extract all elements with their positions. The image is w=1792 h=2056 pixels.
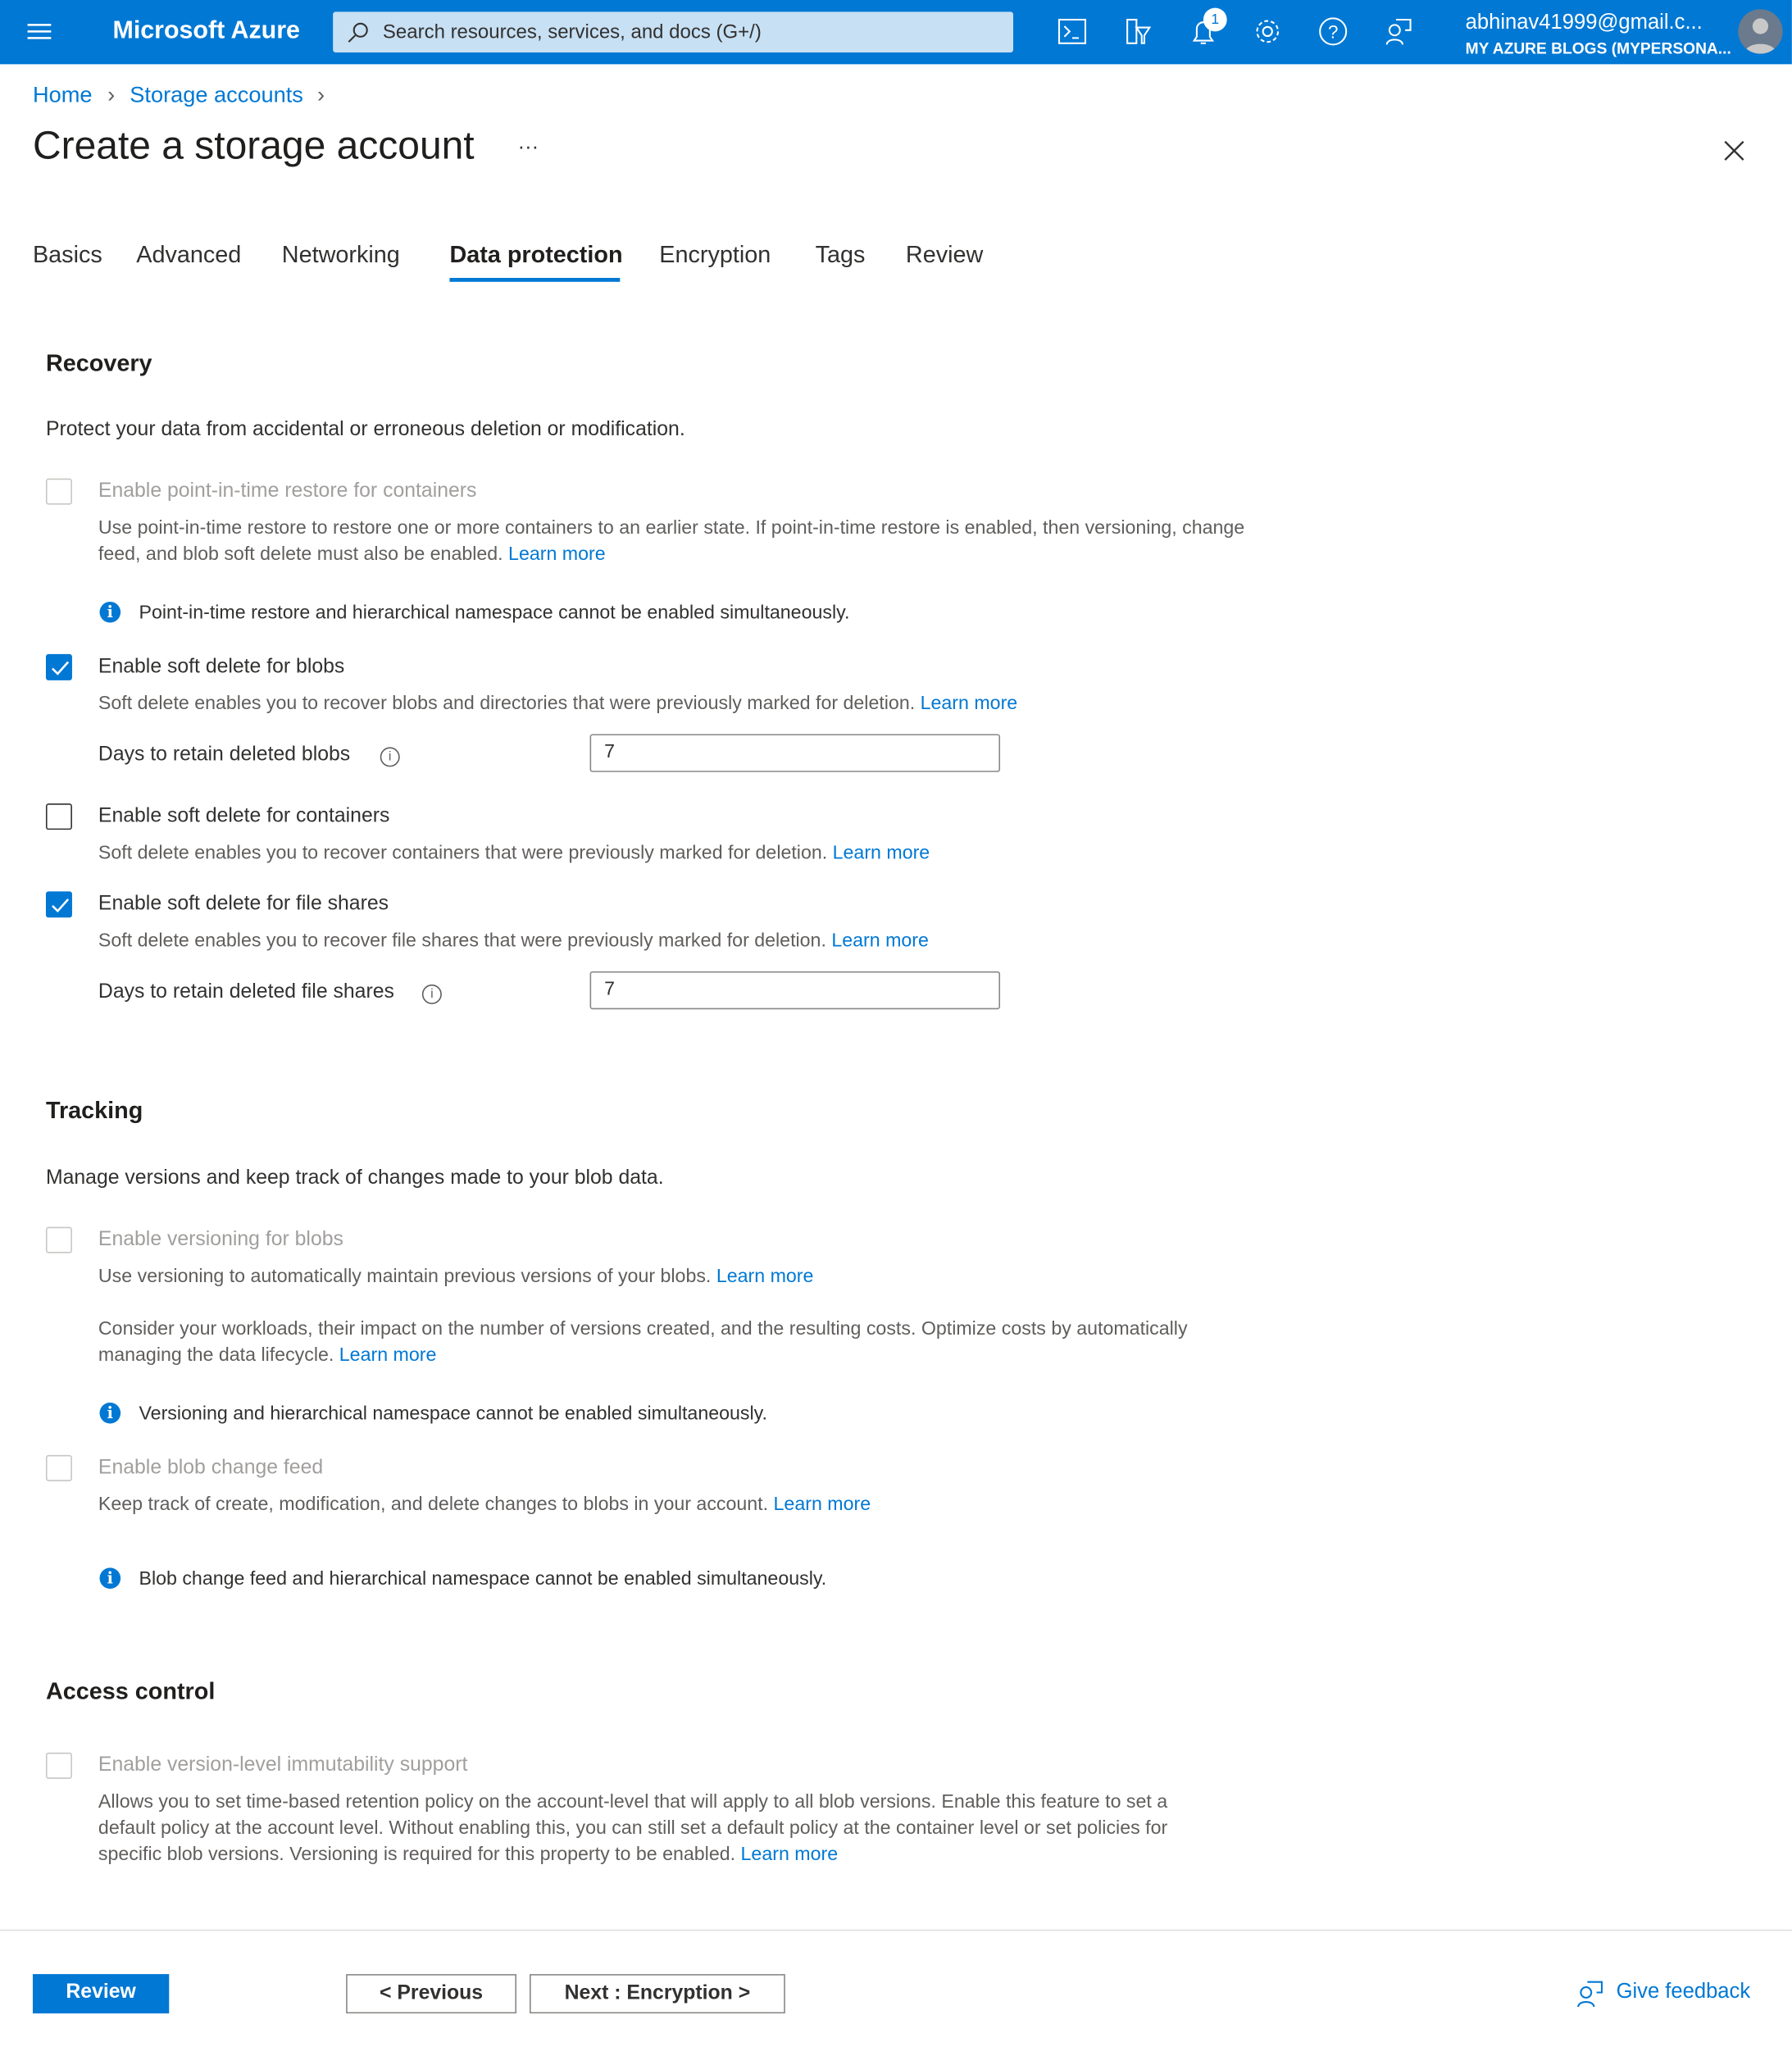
section-heading-access-control: Access control bbox=[45, 1677, 216, 1704]
soft-delete-containers-label: Enable soft delete for containers bbox=[98, 804, 390, 827]
search-placeholder: Search resources, services, and docs (G+… bbox=[382, 20, 762, 43]
footer-divider bbox=[0, 1929, 1792, 1931]
change-feed-description: Keep track of create, modification, and … bbox=[98, 1494, 769, 1516]
directory-filter-icon[interactable] bbox=[1122, 16, 1153, 47]
avatar[interactable] bbox=[1738, 9, 1783, 54]
info-icon: i bbox=[99, 1567, 121, 1589]
review-button[interactable]: Review bbox=[32, 1974, 170, 2014]
hamburger-menu-icon[interactable] bbox=[25, 16, 56, 47]
info-tooltip-icon[interactable]: i bbox=[421, 984, 442, 1004]
days-retain-file-shares-input[interactable]: 7 bbox=[589, 971, 1001, 1010]
page-title: Create a storage account bbox=[32, 124, 475, 168]
tracking-description: Manage versions and keep track of change… bbox=[45, 1167, 664, 1189]
active-tab-indicator bbox=[449, 277, 621, 282]
soft-delete-blobs-checkbox[interactable] bbox=[45, 653, 72, 680]
soft-delete-blobs-description: Soft delete enables you to recover blobs… bbox=[98, 693, 916, 715]
more-options-button[interactable]: ··· bbox=[518, 136, 539, 160]
days-retain-blobs-input[interactable]: 7 bbox=[589, 734, 1001, 772]
learn-more-link[interactable]: Learn more bbox=[774, 1494, 871, 1516]
search-input[interactable]: Search resources, services, and docs (G+… bbox=[333, 11, 1014, 52]
pitr-info: Point-in-time restore and hierarchical n… bbox=[139, 603, 850, 625]
soft-delete-file-shares-description: Soft delete enables you to recover file … bbox=[98, 930, 826, 952]
days-retain-file-shares-label: Days to retain deleted file shares bbox=[98, 980, 394, 1003]
pitr-label: Enable point-in-time restore for contain… bbox=[98, 480, 477, 503]
help-icon[interactable]: ? bbox=[1317, 16, 1349, 47]
brand[interactable]: Microsoft Azure bbox=[113, 17, 300, 46]
close-icon[interactable] bbox=[1721, 138, 1747, 169]
learn-more-link[interactable]: Learn more bbox=[833, 843, 930, 864]
immutability-checkbox[interactable] bbox=[45, 1752, 72, 1779]
checkmark-icon bbox=[52, 661, 70, 675]
tab-data-protection[interactable]: Data protection bbox=[449, 241, 622, 269]
user-directory[interactable]: MY AZURE BLOGS (MYPERSONA... bbox=[1466, 39, 1731, 57]
breadcrumb-home[interactable]: Home bbox=[33, 83, 93, 109]
cloud-shell-icon[interactable] bbox=[1057, 16, 1088, 47]
info-icon: i bbox=[99, 601, 121, 623]
learn-more-link[interactable]: Learn more bbox=[741, 1844, 839, 1866]
days-retain-blobs-label: Days to retain deleted blobs bbox=[98, 743, 351, 766]
pitr-checkbox[interactable] bbox=[45, 478, 72, 505]
learn-more-link[interactable]: Learn more bbox=[921, 694, 1018, 715]
learn-more-link[interactable]: Learn more bbox=[339, 1345, 437, 1367]
versioning-label: Enable versioning for blobs bbox=[98, 1228, 343, 1251]
chevron-right-icon: › bbox=[107, 82, 116, 108]
top-bar: Microsoft Azure Search resources, servic… bbox=[0, 0, 1792, 65]
section-heading-recovery: Recovery bbox=[45, 349, 152, 376]
soft-delete-file-shares-label: Enable soft delete for file shares bbox=[98, 892, 389, 916]
tab-review[interactable]: Review bbox=[906, 241, 983, 269]
versioning-info: Versioning and hierarchical namespace ca… bbox=[139, 1403, 767, 1426]
change-feed-label: Enable blob change feed bbox=[98, 1456, 324, 1479]
search-icon bbox=[348, 22, 368, 43]
immutability-description: Allows you to set time-based retention p… bbox=[98, 1791, 1168, 1866]
change-feed-checkbox[interactable] bbox=[45, 1454, 72, 1481]
versioning-cost-note: Consider your workloads, their impact on… bbox=[98, 1318, 1188, 1367]
versioning-checkbox[interactable] bbox=[45, 1226, 72, 1253]
previous-button[interactable]: < Previous bbox=[346, 1974, 517, 2014]
immutability-label: Enable version-level immutability suppor… bbox=[98, 1754, 468, 1776]
recovery-description: Protect your data from accidental or err… bbox=[45, 418, 685, 441]
tab-encryption[interactable]: Encryption bbox=[659, 241, 771, 269]
feedback-icon[interactable] bbox=[1383, 16, 1414, 47]
give-feedback-link[interactable]: Give feedback bbox=[1617, 1981, 1751, 2004]
soft-delete-file-shares-checkbox[interactable] bbox=[45, 891, 72, 918]
learn-more-link[interactable]: Learn more bbox=[716, 1267, 814, 1288]
info-icon: i bbox=[99, 1402, 121, 1424]
info-tooltip-icon[interactable]: i bbox=[380, 747, 400, 767]
soft-delete-containers-description: Soft delete enables you to recover conta… bbox=[98, 843, 828, 864]
soft-delete-containers-checkbox[interactable] bbox=[45, 803, 72, 830]
tab-basics[interactable]: Basics bbox=[33, 241, 102, 269]
change-feed-info: Blob change feed and hierarchical namesp… bbox=[139, 1569, 827, 1590]
svg-text:?: ? bbox=[1328, 21, 1338, 42]
chevron-right-icon: › bbox=[316, 82, 325, 108]
tab-tags[interactable]: Tags bbox=[816, 241, 866, 269]
give-feedback-icon bbox=[1576, 1979, 1604, 2013]
next-encryption-button[interactable]: Next : Encryption > bbox=[529, 1974, 785, 2014]
soft-delete-blobs-label: Enable soft delete for blobs bbox=[98, 655, 345, 678]
pitr-description: Use point-in-time restore to restore one… bbox=[98, 517, 1245, 566]
tab-networking[interactable]: Networking bbox=[282, 241, 400, 269]
tab-advanced[interactable]: Advanced bbox=[136, 241, 241, 269]
section-heading-tracking: Tracking bbox=[45, 1097, 143, 1124]
user-email[interactable]: abhinav41999@gmail.c... bbox=[1466, 11, 1703, 35]
settings-gear-icon[interactable] bbox=[1252, 16, 1283, 47]
checkmark-icon bbox=[52, 898, 70, 913]
breadcrumb-storage-accounts[interactable]: Storage accounts bbox=[130, 83, 303, 109]
learn-more-link[interactable]: Learn more bbox=[508, 544, 606, 566]
learn-more-link[interactable]: Learn more bbox=[831, 930, 929, 952]
versioning-description: Use versioning to automatically maintain… bbox=[98, 1266, 712, 1288]
notification-badge: 1 bbox=[1203, 7, 1227, 32]
